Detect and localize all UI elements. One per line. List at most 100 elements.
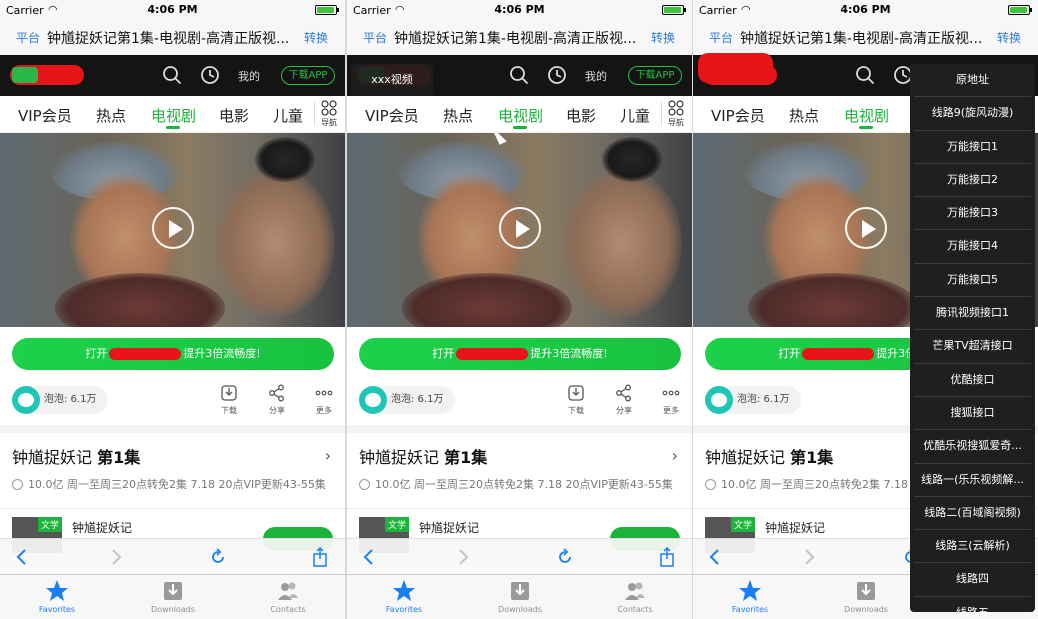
history-icon[interactable] [200, 65, 220, 85]
video-frame-detail [215, 168, 335, 318]
tab-favorites-label: Favorites [731, 605, 769, 614]
download-button[interactable]: 下载 [561, 384, 591, 416]
dropdown-item[interactable]: 线路9(旋风动漫) [914, 97, 1031, 131]
share-sheet-icon[interactable] [657, 547, 677, 567]
search-icon[interactable] [855, 65, 875, 85]
tab-downloads-label: Downloads [151, 605, 195, 614]
video-player[interactable] [347, 133, 692, 327]
dropdown-item[interactable]: 万能接口3 [914, 197, 1031, 231]
more-button[interactable]: 更多 [309, 384, 339, 416]
bubble-count[interactable]: 泡泡: 6.1万 [705, 386, 802, 414]
star-icon [393, 580, 415, 601]
tab-tv[interactable]: 电视剧 [844, 105, 889, 126]
forward-icon[interactable] [453, 547, 473, 567]
reload-icon[interactable] [555, 547, 575, 567]
convert-button[interactable]: 转换 [997, 29, 1021, 46]
dropdown-item[interactable]: 线路三(云解析) [914, 530, 1031, 564]
search-icon[interactable] [509, 65, 529, 85]
play-icon[interactable] [152, 207, 194, 249]
episode-title[interactable]: 钟馗捉妖记 第1集 [359, 444, 487, 468]
dropdown-item[interactable]: 优酷接口 [914, 364, 1031, 397]
dropdown-item[interactable]: 原地址 [914, 64, 1031, 98]
back-icon[interactable] [359, 547, 379, 567]
back-icon[interactable] [705, 547, 725, 567]
back-icon[interactable] [12, 547, 32, 567]
download-button[interactable]: 下载 [214, 384, 244, 416]
play-icon[interactable] [845, 207, 887, 249]
tab-vip[interactable]: VIP会员 [18, 105, 72, 126]
episode-title[interactable]: 钟馗捉妖记 第1集 [705, 444, 833, 468]
platform-button[interactable]: 平台 [363, 29, 387, 46]
nav-menu-button[interactable]: 导航 [666, 100, 686, 128]
bubble-count[interactable]: 泡泡: 6.1万 [359, 386, 456, 414]
tab-favorites[interactable]: Favorites [22, 579, 92, 614]
dropdown-item[interactable]: 搜狐接口 [914, 397, 1031, 431]
convert-button[interactable]: 转换 [304, 29, 328, 46]
site-logo[interactable] [10, 65, 84, 85]
dropdown-item[interactable]: 芒果TV超清接口 [914, 330, 1031, 364]
dropdown-item[interactable]: 腾讯视频接口1 [914, 297, 1031, 331]
platform-button[interactable]: 平台 [709, 29, 733, 46]
dropdown-item[interactable]: 线路五 [914, 597, 1031, 612]
convert-button[interactable]: 转换 [651, 29, 675, 46]
tab-downloads[interactable]: Downloads [485, 579, 555, 614]
tab-favorites[interactable]: Favorites [715, 579, 785, 614]
dropdown-item[interactable]: 线路一(乐乐视频解... [914, 464, 1031, 497]
open-app-banner[interactable]: 打开 提升3倍流畅度! [12, 338, 334, 370]
tab-hot[interactable]: 热点 [443, 105, 473, 126]
forward-icon[interactable] [799, 547, 819, 567]
dropdown-item[interactable]: 万能接口5 [914, 264, 1031, 298]
more-button[interactable]: 更多 [656, 384, 686, 416]
episode-meta: 10.0亿 周一至周三20点转免2集 7.18 20点VIP更新43-55集 [359, 476, 689, 492]
tab-favorites[interactable]: Favorites [369, 579, 439, 614]
mine-link[interactable]: 我的 [238, 68, 260, 84]
tab-movie[interactable]: 电影 [566, 105, 596, 126]
download-label: 下载 [568, 406, 584, 415]
download-app-button[interactable]: 下载APP [281, 66, 335, 85]
video-player[interactable] [0, 133, 345, 327]
share-button[interactable]: 分享 [262, 384, 292, 416]
download-app-button[interactable]: 下载APP [628, 66, 682, 85]
tab-downloads[interactable]: Downloads [138, 579, 208, 614]
video-frame-detail [562, 168, 682, 318]
history-icon[interactable] [547, 65, 567, 85]
tab-tv[interactable]: 电视剧 [151, 105, 196, 126]
downloads-icon [511, 582, 529, 600]
chevron-right-icon[interactable]: › [672, 446, 678, 465]
bubble-count[interactable]: 泡泡: 6.1万 [12, 386, 109, 414]
play-icon[interactable] [499, 207, 541, 249]
dropdown-item[interactable]: 万能接口4 [914, 230, 1031, 264]
nav-menu-button[interactable]: 导航 [319, 100, 339, 128]
dropdown-item[interactable]: 优酷乐视搜狐爱奇... [914, 430, 1031, 464]
grid-icon [321, 100, 337, 116]
tab-hot[interactable]: 热点 [789, 105, 819, 126]
share-sheet-icon[interactable] [310, 547, 330, 567]
tab-contacts[interactable]: Contacts [253, 579, 323, 614]
share-button[interactable]: 分享 [609, 384, 639, 416]
mine-link[interactable]: 我的 [585, 68, 607, 84]
reload-icon[interactable] [208, 547, 228, 567]
tab-vip[interactable]: VIP会员 [711, 105, 765, 126]
bubble-count-label: 泡泡: 6.1万 [44, 394, 97, 405]
forward-icon[interactable] [106, 547, 126, 567]
search-icon[interactable] [162, 65, 182, 85]
episode-title[interactable]: 钟馗捉妖记 第1集 [12, 444, 140, 468]
recommend-name: 钟馗捉妖记 [419, 521, 480, 535]
tab-vip[interactable]: VIP会员 [365, 105, 419, 126]
tab-kids[interactable]: 儿童 [620, 105, 650, 126]
tab-contacts[interactable]: Contacts [600, 579, 670, 614]
platform-button[interactable]: 平台 [16, 29, 40, 46]
dropdown-item[interactable]: 线路二(百域阁视频) [914, 497, 1031, 531]
tab-downloads[interactable]: Downloads [831, 579, 901, 614]
tab-downloads-label: Downloads [498, 605, 542, 614]
downloads-icon [857, 582, 875, 600]
dropdown-item[interactable]: 线路四 [914, 563, 1031, 597]
tab-hot[interactable]: 热点 [96, 105, 126, 126]
tab-tv[interactable]: 电视剧 [498, 105, 543, 126]
chevron-right-icon[interactable]: › [325, 446, 331, 465]
tab-movie[interactable]: 电影 [219, 105, 249, 126]
dropdown-item[interactable]: 万能接口1 [914, 131, 1031, 164]
open-app-banner[interactable]: 打开 提升3倍流畅度! [359, 338, 681, 370]
dropdown-item[interactable]: 万能接口2 [914, 164, 1031, 198]
tab-kids[interactable]: 儿童 [273, 105, 303, 126]
